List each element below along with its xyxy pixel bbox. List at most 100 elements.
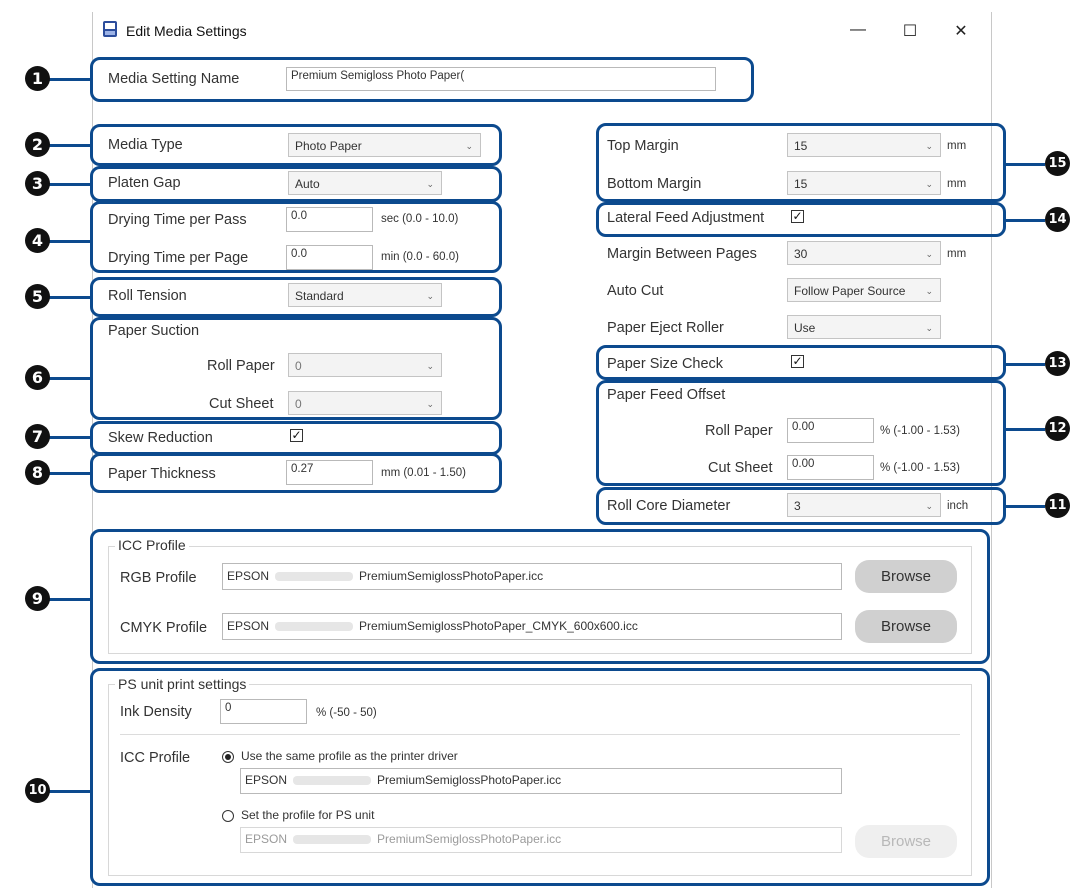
- ink-density-label: Ink Density: [120, 704, 192, 720]
- leader-line: [48, 472, 91, 475]
- chevron-down-icon: ⌄: [426, 291, 434, 301]
- rgb-profile-label: RGB Profile: [120, 570, 197, 586]
- suction-cut-label: Cut Sheet: [209, 396, 274, 412]
- roll-core-value: 3: [794, 499, 801, 513]
- callout-marker-3: 3: [25, 171, 50, 196]
- lateral-feed-label: Lateral Feed Adjustment: [607, 210, 765, 226]
- roll-tension-select[interactable]: Standard ⌄: [288, 283, 442, 307]
- paper-thickness-input[interactable]: 0.27: [286, 460, 373, 485]
- cmyk-profile-field[interactable]: EPSON PremiumSemiglossPhotoPaper_CMYK_600…: [222, 613, 842, 640]
- same-profile-radio[interactable]: [222, 751, 234, 763]
- leader-line: [1005, 219, 1045, 222]
- callout-marker-15: 15: [1045, 151, 1070, 176]
- feed-roll-input[interactable]: 0.00: [787, 418, 874, 443]
- icc-profile-title: ICC Profile: [115, 537, 189, 553]
- redacted-model: [293, 835, 372, 845]
- paper-thickness-range: mm (0.01 - 1.50): [381, 467, 466, 479]
- media-type-select[interactable]: Photo Paper ⌄: [288, 133, 481, 157]
- leader-line: [48, 296, 91, 299]
- drying-pass-range: sec (0.0 - 10.0): [381, 213, 459, 225]
- rgb-profile-prefix: EPSON: [227, 569, 270, 583]
- chevron-down-icon: ⌄: [925, 323, 933, 333]
- callout-marker-4: 4: [25, 228, 50, 253]
- same-profile-field: EPSON PremiumSemiglossPhotoPaper.icc: [240, 768, 842, 794]
- platen-gap-value: Auto: [295, 177, 320, 191]
- chevron-down-icon: ⌄: [925, 249, 933, 259]
- cmyk-browse-button[interactable]: Browse: [855, 610, 957, 643]
- suction-cut-select[interactable]: 0 ⌄: [288, 391, 442, 415]
- auto-cut-select[interactable]: Follow Paper Source ⌄: [787, 278, 941, 302]
- roll-tension-value: Standard: [295, 289, 344, 303]
- callout-marker-14: 14: [1045, 207, 1070, 232]
- chevron-down-icon: ⌄: [465, 141, 473, 151]
- redacted-model: [293, 776, 372, 786]
- media-type-label: Media Type: [108, 137, 183, 153]
- top-margin-select[interactable]: 15 ⌄: [787, 133, 941, 157]
- media-type-value: Photo Paper: [295, 139, 362, 153]
- cmyk-profile-prefix: EPSON: [227, 619, 270, 633]
- cmyk-profile-file: PremiumSemiglossPhotoPaper_CMYK_600x600.…: [359, 619, 638, 633]
- set-profile-field: EPSON PremiumSemiglossPhotoPaper.icc: [240, 827, 842, 853]
- chevron-down-icon: ⌄: [925, 501, 933, 511]
- roll-tension-label: Roll Tension: [108, 288, 187, 304]
- platen-gap-select[interactable]: Auto ⌄: [288, 171, 442, 195]
- suction-roll-label: Roll Paper: [207, 358, 275, 374]
- minimize-button[interactable]: —: [843, 21, 873, 39]
- drying-pass-label: Drying Time per Pass: [108, 212, 247, 228]
- callout-marker-1: 1: [25, 66, 50, 91]
- set-profile-option[interactable]: Set the profile for PS unit: [241, 808, 374, 822]
- feed-cut-input[interactable]: 0.00: [787, 455, 874, 480]
- auto-cut-label: Auto Cut: [607, 283, 664, 299]
- eject-roller-select[interactable]: Use ⌄: [787, 315, 941, 339]
- maximize-button[interactable]: ☐: [895, 21, 925, 41]
- divider: [120, 734, 960, 735]
- set-profile-radio[interactable]: [222, 810, 234, 822]
- chevron-down-icon: ⌄: [925, 141, 933, 151]
- feed-offset-title: Paper Feed Offset: [607, 387, 726, 403]
- set-profile-prefix: EPSON: [245, 832, 288, 846]
- bottom-margin-unit: mm: [947, 178, 967, 190]
- callout-marker-13: 13: [1045, 351, 1070, 376]
- roll-core-unit: inch: [947, 500, 969, 512]
- cmyk-profile-label: CMYK Profile: [120, 620, 208, 636]
- printer-app-icon: [101, 20, 119, 38]
- paper-size-check-checkbox[interactable]: ✓: [791, 355, 804, 368]
- margin-between-label: Margin Between Pages: [607, 246, 757, 262]
- media-setting-name-label: Media Setting Name: [108, 71, 240, 87]
- rgb-profile-field[interactable]: EPSON PremiumSemiglossPhotoPaper.icc: [222, 563, 842, 590]
- check-icon: ✓: [291, 428, 302, 442]
- drying-page-input[interactable]: 0.0: [286, 245, 373, 270]
- callout-marker-5: 5: [25, 284, 50, 309]
- margin-between-select[interactable]: 30 ⌄: [787, 241, 941, 265]
- close-button[interactable]: ✕: [946, 21, 976, 41]
- rgb-profile-file: PremiumSemiglossPhotoPaper.icc: [359, 569, 544, 583]
- ps-settings-title: PS unit print settings: [115, 676, 250, 692]
- same-profile-prefix: EPSON: [245, 773, 288, 787]
- paper-thickness-label: Paper Thickness: [108, 466, 216, 482]
- leader-line: [48, 377, 91, 380]
- roll-core-select[interactable]: 3 ⌄: [787, 493, 941, 517]
- leader-line: [1005, 505, 1045, 508]
- skew-reduction-checkbox[interactable]: ✓: [290, 429, 303, 442]
- ink-density-input[interactable]: 0: [220, 699, 307, 724]
- same-profile-option[interactable]: Use the same profile as the printer driv…: [241, 749, 458, 763]
- drying-page-range: min (0.0 - 60.0): [381, 251, 459, 263]
- callout-marker-12: 12: [1045, 416, 1070, 441]
- ps-browse-button[interactable]: Browse: [855, 825, 957, 858]
- suction-roll-select[interactable]: 0 ⌄: [288, 353, 442, 377]
- paper-suction-title: Paper Suction: [108, 323, 200, 339]
- skew-reduction-label: Skew Reduction: [108, 430, 213, 446]
- media-setting-name-input[interactable]: Premium Semigloss Photo Paper(: [286, 67, 716, 91]
- callout-marker-8: 8: [25, 460, 50, 485]
- chevron-down-icon: ⌄: [925, 179, 933, 189]
- ink-density-range: % (-50 - 50): [316, 707, 377, 719]
- lateral-feed-checkbox[interactable]: ✓: [791, 210, 804, 223]
- leader-line: [48, 144, 91, 147]
- rgb-browse-button[interactable]: Browse: [855, 560, 957, 593]
- leader-line: [48, 436, 91, 439]
- drying-pass-input[interactable]: 0.0: [286, 207, 373, 232]
- bottom-margin-select[interactable]: 15 ⌄: [787, 171, 941, 195]
- top-margin-value: 15: [794, 139, 808, 153]
- leader-line: [1005, 163, 1045, 166]
- eject-roller-value: Use: [794, 321, 816, 335]
